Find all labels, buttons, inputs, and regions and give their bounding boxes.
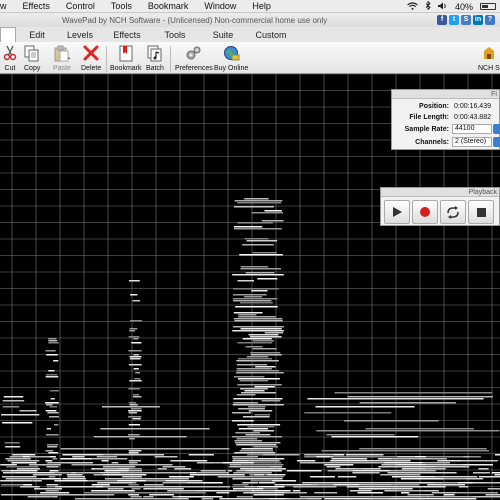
menu-bookmark[interactable]: Bookmark — [148, 1, 189, 11]
channels-dropdown-icon[interactable] — [493, 137, 500, 147]
globe-cart-icon — [223, 44, 240, 62]
battery-icon[interactable] — [480, 3, 496, 10]
stop-icon — [476, 207, 486, 217]
wifi-icon[interactable] — [407, 1, 418, 12]
cut-label: Cut — [4, 65, 16, 72]
batch-button[interactable]: Batch — [146, 44, 164, 72]
tab-effects[interactable]: Effects — [102, 27, 152, 42]
stop-button[interactable] — [468, 200, 494, 224]
position-label: Position: — [419, 103, 449, 110]
social-links: f t Sin? — [437, 15, 495, 25]
tab-tools[interactable]: Tools — [152, 27, 198, 42]
playback-panel: Playback — [380, 187, 500, 226]
tab-home[interactable] — [0, 27, 16, 42]
social-icon[interactable]: S — [461, 15, 471, 25]
menu-bar: w Effects Control Tools Bookmark Window … — [0, 0, 500, 13]
file-length-value: 0:00:43.882 — [454, 114, 491, 121]
toolbar-separator — [170, 46, 171, 72]
bookmark-icon — [119, 44, 133, 62]
batch-label: Batch — [146, 65, 164, 72]
title-bar: WavePad by NCH Software - (Unlicensed) N… — [0, 13, 500, 27]
toolbar-separator — [106, 46, 107, 72]
record-button[interactable] — [412, 200, 438, 224]
cut-button[interactable]: Cut — [3, 44, 17, 72]
sample-rate-select[interactable]: 44100 — [452, 124, 492, 134]
position-value: 0:00:16.439 — [454, 103, 491, 110]
sample-rate-label: Sample Rate: — [404, 126, 449, 133]
brand-label: NCH S — [478, 65, 500, 72]
nch-brand: NCH S — [478, 44, 500, 72]
ribbon-tabs: Edit Levels Effects Tools Suite Custom — [0, 27, 500, 42]
preferences-label: Preferences — [175, 65, 213, 72]
clipboard-icon — [53, 44, 71, 62]
file-info-header: Fi — [392, 90, 499, 99]
copy-icon — [24, 44, 40, 62]
facebook-icon[interactable]: f — [437, 15, 447, 25]
volume-icon[interactable] — [437, 2, 448, 12]
buy-online-button[interactable]: Buy Online — [214, 44, 248, 72]
delete-button[interactable]: Delete — [81, 44, 101, 72]
menu-help[interactable]: Help — [252, 1, 271, 11]
bookmark-button[interactable]: Bookmark — [110, 44, 142, 72]
sample-rate-row: Sample Rate: 44100 — [392, 124, 500, 135]
bluetooth-icon[interactable] — [425, 0, 431, 12]
window-title: WavePad by NCH Software - (Unlicensed) N… — [62, 15, 328, 25]
sample-rate-dropdown-icon[interactable] — [493, 124, 500, 134]
tab-custom[interactable]: Custom — [248, 27, 294, 42]
channels-label: Channels: — [415, 139, 449, 146]
delete-label: Delete — [81, 65, 102, 72]
delete-icon — [83, 44, 99, 62]
spectrogram-energy — [0, 198, 500, 500]
tab-suite[interactable]: Suite — [198, 27, 248, 42]
tab-edit[interactable]: Edit — [16, 27, 58, 42]
battery-percent: 40% — [454, 1, 473, 12]
loop-play-button[interactable] — [440, 200, 466, 224]
batch-icon — [147, 44, 163, 62]
file-length-label: File Length: — [409, 114, 449, 121]
menu-window[interactable]: Window — [204, 1, 236, 11]
help-icon[interactable]: ? — [485, 15, 495, 25]
menu-view[interactable]: w — [0, 1, 7, 11]
file-info-panel: Fi Position: 0:00:16.439 File Length: 0:… — [391, 89, 500, 150]
copy-label: Copy — [24, 65, 41, 72]
scissors-icon — [3, 44, 17, 62]
gear-icon — [185, 44, 202, 62]
preferences-button[interactable]: Preferences — [175, 44, 213, 72]
menu-tools[interactable]: Tools — [111, 1, 132, 11]
tab-levels[interactable]: Levels — [58, 27, 102, 42]
paste-button[interactable]: Paste — [53, 44, 71, 72]
play-icon — [393, 207, 402, 217]
loop-icon — [447, 206, 459, 219]
channels-select[interactable]: 2 (Stereo) — [452, 137, 492, 147]
channels-row: Channels: 2 (Stereo) — [392, 137, 500, 148]
playback-header: Playback — [381, 188, 499, 197]
linkedin-icon[interactable]: in — [473, 15, 483, 25]
twitter-icon[interactable]: t — [449, 15, 459, 25]
paste-label: Paste — [53, 65, 71, 72]
play-button[interactable] — [384, 200, 410, 224]
file-length-row: File Length: 0:00:43.882 — [392, 112, 500, 123]
bookmark-label: Bookmark — [110, 65, 142, 72]
copy-button[interactable]: Copy — [24, 44, 40, 72]
position-row: Position: 0:00:16.439 — [392, 101, 500, 112]
record-icon — [420, 207, 430, 217]
toolbar: Cut Copy Paste Delete Bookmark Batch Pre… — [0, 42, 500, 74]
menu-effects[interactable]: Effects — [23, 1, 50, 11]
nch-logo-icon — [482, 44, 496, 62]
buy-online-label: Buy Online — [214, 65, 249, 72]
menu-control[interactable]: Control — [66, 1, 95, 11]
